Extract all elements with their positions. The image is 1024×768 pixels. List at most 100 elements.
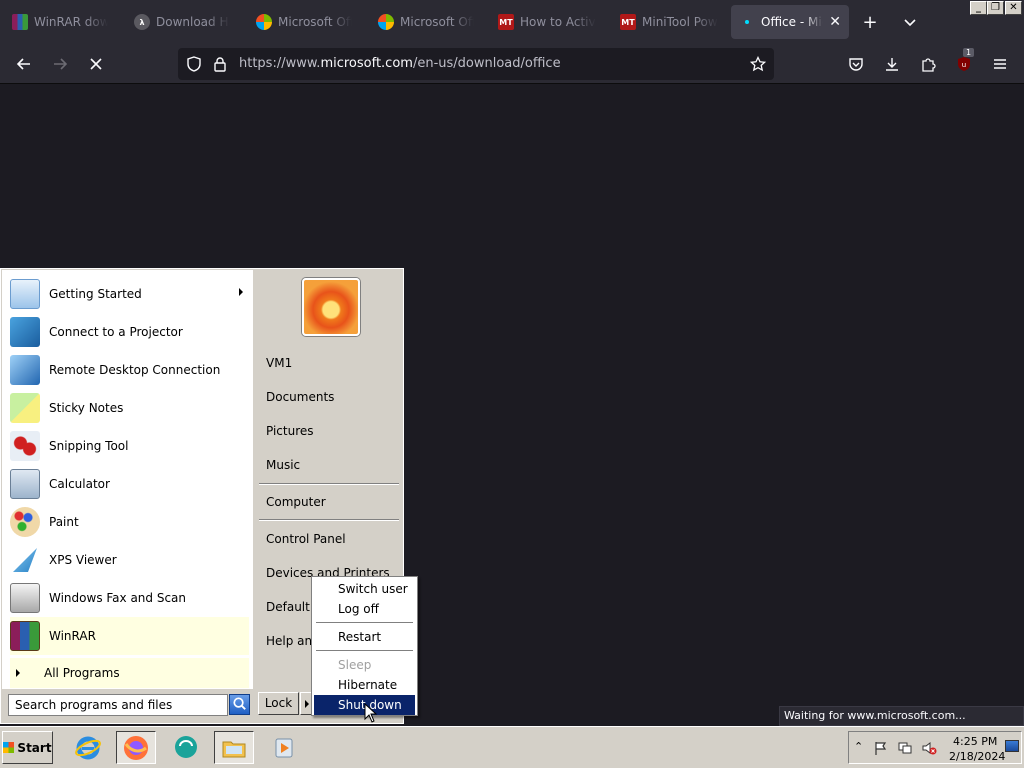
- xps-viewer-icon: [13, 548, 37, 572]
- url-host: microsoft.com: [320, 56, 413, 71]
- bookmark-star-icon[interactable]: [746, 52, 770, 76]
- back-button[interactable]: [12, 52, 36, 76]
- tab-list-button[interactable]: [898, 10, 922, 34]
- place-pictures[interactable]: Pictures: [266, 424, 314, 438]
- tab-halflife[interactable]: λ Download Half-: [126, 5, 238, 39]
- minitool-icon: MT: [620, 14, 636, 30]
- url-path: /en-us/download/office: [412, 56, 561, 71]
- new-tab-button[interactable]: +: [858, 10, 882, 34]
- winrar-icon: [12, 14, 28, 30]
- office-icon: [378, 14, 394, 30]
- url-text[interactable]: https://www.microsoft.com/en-us/download…: [239, 56, 561, 71]
- taskbar-app-bubble[interactable]: [166, 731, 206, 764]
- snipping-tool-icon: [10, 431, 40, 461]
- tab-title: Office - Micro: [761, 15, 823, 29]
- stop-button[interactable]: [84, 52, 108, 76]
- tab-office-active[interactable]: Office - Micro ✕: [731, 5, 849, 39]
- clock-date[interactable]: 2/18/2024: [949, 750, 1005, 763]
- start-search-input[interactable]: Search programs and files: [8, 694, 228, 716]
- program-label: Connect to a Projector: [49, 325, 183, 339]
- program-label: XPS Viewer: [49, 553, 117, 567]
- program-label: WinRAR: [49, 629, 96, 643]
- program-calculator[interactable]: Calculator: [10, 465, 249, 503]
- program-paint[interactable]: Paint: [10, 503, 249, 541]
- ublock-origin-icon[interactable]: u 1: [952, 48, 976, 76]
- place-music[interactable]: Music: [266, 458, 300, 472]
- show-desktop-icon[interactable]: [1005, 740, 1019, 752]
- media-player-icon: [275, 738, 293, 757]
- taskbar-internet-explorer[interactable]: [68, 731, 108, 764]
- all-programs-label: All Programs: [44, 666, 120, 680]
- firefox-icon: [124, 735, 148, 760]
- program-xps-viewer[interactable]: XPS Viewer: [10, 541, 249, 579]
- program-getting-started[interactable]: Getting Started: [10, 275, 249, 313]
- submenu-arrow-icon: [239, 288, 243, 296]
- taskbar-media-player[interactable]: [264, 731, 304, 764]
- fax-scan-icon: [10, 583, 40, 613]
- minitool-icon: MT: [498, 14, 514, 30]
- url-prefix: https://www.: [239, 56, 321, 71]
- lock-icon[interactable]: [208, 52, 232, 76]
- menu-item-sleep: Sleep: [338, 658, 372, 672]
- lock-button[interactable]: Lock: [258, 692, 299, 715]
- tab-howto-activate[interactable]: MT How to Activat: [490, 5, 604, 39]
- tab-office-2[interactable]: Microsoft Office: [370, 5, 482, 39]
- projector-icon: [10, 317, 40, 347]
- downloads-icon[interactable]: [880, 52, 904, 76]
- forward-button[interactable]: [48, 52, 72, 76]
- network-icon[interactable]: [897, 740, 913, 756]
- user-avatar[interactable]: [302, 278, 360, 336]
- restore-button[interactable]: ❐: [987, 1, 1004, 15]
- extension-badge: 1: [963, 48, 975, 57]
- winrar-icon: [10, 621, 40, 651]
- program-label: Calculator: [49, 477, 110, 491]
- program-remote-desktop[interactable]: Remote Desktop Connection: [10, 351, 249, 389]
- mouse-cursor-icon: [364, 703, 378, 723]
- menu-item-log-off[interactable]: Log off: [314, 599, 415, 619]
- search-icon[interactable]: [229, 694, 250, 715]
- extensions-puzzle-icon[interactable]: [916, 52, 940, 76]
- menu-item-hibernate[interactable]: Hibernate: [314, 675, 415, 695]
- place-computer[interactable]: Computer: [266, 495, 326, 509]
- halflife-icon: λ: [134, 14, 150, 30]
- program-fax-scan[interactable]: Windows Fax and Scan: [10, 579, 249, 617]
- place-control-panel[interactable]: Control Panel: [266, 532, 346, 546]
- action-center-flag-icon[interactable]: [873, 740, 889, 756]
- pocket-icon[interactable]: [844, 52, 868, 76]
- place-user-folder[interactable]: VM1: [266, 356, 292, 370]
- start-button[interactable]: Start: [2, 731, 53, 764]
- tab-winrar[interactable]: WinRAR downlo: [4, 5, 116, 39]
- menu-item-switch-user[interactable]: Switch user: [314, 579, 415, 599]
- getting-started-icon: [10, 279, 40, 309]
- remote-desktop-icon: [10, 355, 40, 385]
- close-tab-icon[interactable]: ✕: [829, 14, 841, 30]
- volume-muted-icon[interactable]: [921, 740, 937, 756]
- address-bar[interactable]: https://www.microsoft.com/en-us/download…: [178, 48, 774, 80]
- all-programs-button[interactable]: All Programs: [10, 658, 249, 688]
- minimize-button[interactable]: _: [970, 1, 987, 15]
- show-hidden-icons-icon[interactable]: ⌃: [854, 740, 863, 753]
- program-snipping-tool[interactable]: Snipping Tool: [10, 427, 249, 465]
- taskbar: Start ⌃ 4:25 PM 2/18/2024: [0, 726, 1024, 768]
- windows-logo-icon: [3, 742, 15, 753]
- tab-minitool[interactable]: MT MiniTool Power: [612, 5, 726, 39]
- program-label: Paint: [49, 515, 79, 529]
- menu-item-restart[interactable]: Restart: [314, 627, 415, 647]
- clock-time[interactable]: 4:25 PM: [953, 735, 997, 748]
- menu-hamburger-icon[interactable]: [988, 52, 1012, 76]
- program-label: Getting Started: [49, 287, 142, 301]
- taskbar-file-explorer[interactable]: [214, 731, 254, 764]
- tab-office-1[interactable]: Microsoft Office: [248, 5, 360, 39]
- tab-title: Microsoft Office: [278, 15, 352, 29]
- program-connect-projector[interactable]: Connect to a Projector: [10, 313, 249, 351]
- taskbar-firefox[interactable]: [116, 731, 156, 764]
- place-documents[interactable]: Documents: [266, 390, 334, 404]
- tab-title: WinRAR downlo: [34, 15, 108, 29]
- arrow-left-icon: [16, 58, 30, 70]
- tab-title: MiniTool Power: [642, 15, 718, 29]
- internet-explorer-icon: [75, 736, 101, 759]
- tracking-protection-icon[interactable]: [182, 52, 206, 76]
- close-window-button[interactable]: ✕: [1005, 1, 1022, 15]
- program-winrar[interactable]: WinRAR: [10, 617, 249, 655]
- program-sticky-notes[interactable]: Sticky Notes: [10, 389, 249, 427]
